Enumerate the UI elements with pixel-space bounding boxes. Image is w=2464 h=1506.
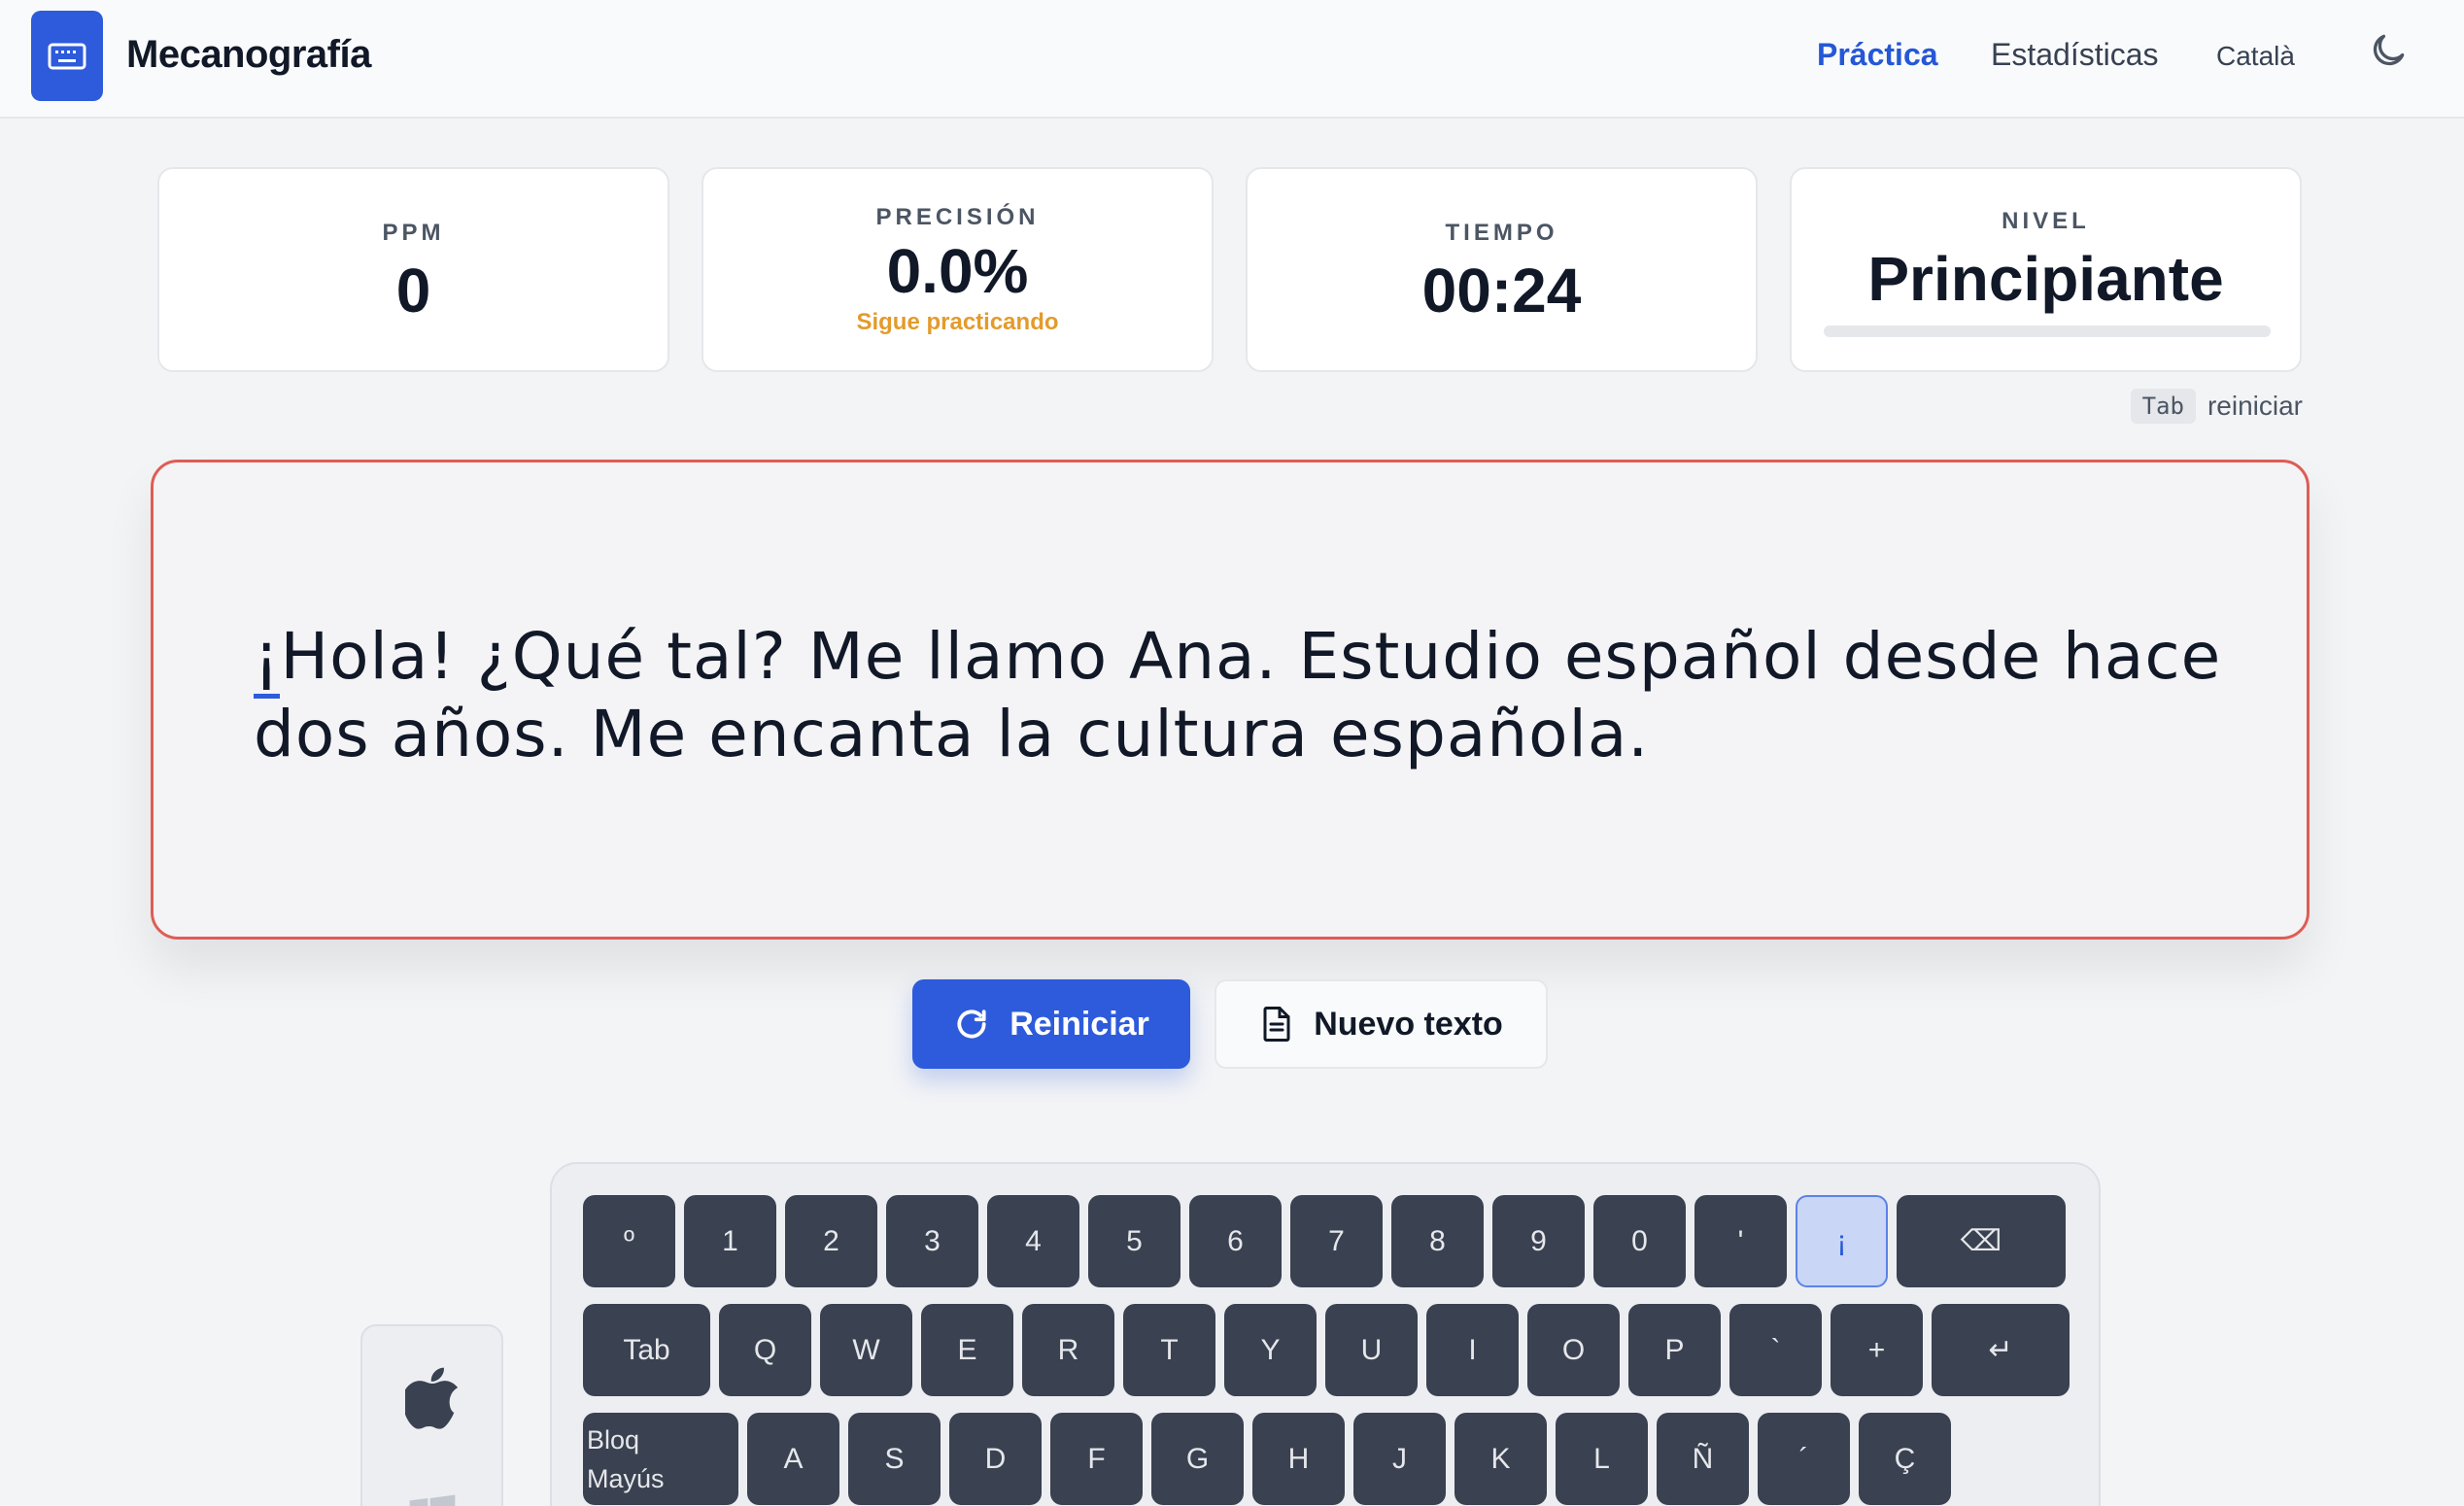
restart-hint: Tab reiniciar	[2130, 389, 2303, 424]
restart-button[interactable]: Reiniciar	[912, 979, 1190, 1069]
key-r3-11[interactable]: ´	[1758, 1413, 1850, 1505]
key-tab[interactable]: Tab	[583, 1304, 710, 1396]
key-w[interactable]: W	[820, 1304, 912, 1396]
practice-text: ¡Hola! ¿Qué tal? Me llamo Ana. Estudio e…	[254, 618, 2236, 773]
key-r2-12[interactable]: +	[1831, 1304, 1923, 1396]
logo[interactable]	[31, 11, 103, 101]
apple-icon[interactable]	[405, 1365, 462, 1431]
key-7[interactable]: 7	[1290, 1195, 1383, 1287]
restart-button-label: Reiniciar	[1010, 1005, 1149, 1043]
tab-key-hint: Tab	[2130, 389, 2196, 424]
key-i[interactable]: I	[1426, 1304, 1519, 1396]
key-e[interactable]: E	[921, 1304, 1013, 1396]
key-r1-12[interactable]: ¡	[1796, 1195, 1888, 1287]
new-text-button[interactable]: Nuevo texto	[1215, 979, 1548, 1069]
stat-label: PRECISIÓN	[875, 204, 1040, 230]
keyboard-icon	[48, 43, 86, 69]
key-2[interactable]: 2	[785, 1195, 877, 1287]
remaining-text: Hola! ¿Qué tal? Me llamo Ana. Estudio es…	[254, 619, 2222, 771]
stat-card-tiempo: TIEMPO 00:24	[1246, 167, 1758, 372]
nav-estadisticas[interactable]: Estadísticas	[1991, 37, 2159, 73]
key-u[interactable]: U	[1325, 1304, 1418, 1396]
key-h[interactable]: H	[1252, 1413, 1345, 1505]
nav-practica[interactable]: Práctica	[1817, 37, 1938, 73]
key-5[interactable]: 5	[1088, 1195, 1181, 1287]
stat-card-precision: PRECISIÓN 0.0% Sigue practicando	[702, 167, 1214, 372]
restart-hint-text: reiniciar	[2207, 391, 2303, 421]
key-1[interactable]: 1	[684, 1195, 776, 1287]
typing-area[interactable]: ¡Hola! ¿Qué tal? Me llamo Ana. Estudio e…	[151, 460, 2310, 940]
key-6[interactable]: 6	[1189, 1195, 1282, 1287]
key-r[interactable]: R	[1022, 1304, 1114, 1396]
key-t[interactable]: T	[1123, 1304, 1215, 1396]
current-char: ¡	[254, 619, 281, 699]
stat-label: PPM	[382, 220, 445, 246]
key-r1-11[interactable]: '	[1694, 1195, 1787, 1287]
level-progress-bar	[1824, 325, 2271, 337]
key-9[interactable]: 9	[1492, 1195, 1585, 1287]
language-switch[interactable]: Català	[2216, 41, 2295, 72]
document-icon	[1263, 1007, 1290, 1042]
key-p[interactable]: P	[1628, 1304, 1721, 1396]
key-r1-0[interactable]: º	[583, 1195, 675, 1287]
stat-value-nivel: Principiante	[1867, 244, 2224, 314]
key-d[interactable]: D	[949, 1413, 1042, 1505]
new-text-button-label: Nuevo texto	[1314, 1005, 1503, 1043]
precision-note: Sigue practicando	[856, 309, 1059, 335]
windows-icon[interactable]	[405, 1491, 460, 1506]
virtual-keyboard: º 1 2 3 4 5 6 7 8 9 0 ' ¡ ⌫ Tab Q W E R T Y U I O P ` + ↵ Bloq Mayús A…	[550, 1162, 2101, 1506]
key-j[interactable]: J	[1353, 1413, 1446, 1505]
key-r1-13[interactable]: ⌫	[1897, 1195, 2066, 1287]
key-l[interactable]: L	[1556, 1413, 1648, 1505]
stat-value-precision: 0.0%	[886, 236, 1029, 306]
key-4[interactable]: 4	[987, 1195, 1079, 1287]
key-r2-13[interactable]: ↵	[1932, 1304, 2070, 1396]
stat-card-nivel: NIVEL Principiante	[1790, 167, 2302, 372]
key-3[interactable]: 3	[886, 1195, 978, 1287]
brand-title[interactable]: Mecanografía	[126, 33, 371, 77]
key-ñ[interactable]: Ñ	[1657, 1413, 1749, 1505]
key-s[interactable]: S	[848, 1413, 941, 1505]
key-o[interactable]: O	[1527, 1304, 1620, 1396]
key-y[interactable]: Y	[1224, 1304, 1317, 1396]
key-r2-11[interactable]: `	[1729, 1304, 1822, 1396]
moon-icon[interactable]	[2367, 29, 2410, 72]
key-k[interactable]: K	[1454, 1413, 1547, 1505]
stat-label: NIVEL	[2002, 208, 2090, 234]
key-g[interactable]: G	[1151, 1413, 1244, 1505]
key-r3-0[interactable]: Bloq Mayús	[583, 1413, 738, 1505]
key-f[interactable]: F	[1050, 1413, 1143, 1505]
stat-card-ppm: PPM 0	[157, 167, 669, 372]
key-8[interactable]: 8	[1391, 1195, 1484, 1287]
os-selector	[360, 1324, 503, 1506]
key-q[interactable]: Q	[719, 1304, 811, 1396]
top-bar: Mecanografía Práctica Estadísticas Catal…	[0, 0, 2464, 119]
refresh-icon	[957, 1010, 986, 1039]
stat-value-tiempo: 00:24	[1421, 256, 1582, 325]
stat-value-ppm: 0	[395, 256, 431, 325]
stat-label: TIEMPO	[1445, 220, 1558, 246]
key-ç[interactable]: Ç	[1859, 1413, 1951, 1505]
key-a[interactable]: A	[747, 1413, 839, 1505]
key-0[interactable]: 0	[1593, 1195, 1686, 1287]
